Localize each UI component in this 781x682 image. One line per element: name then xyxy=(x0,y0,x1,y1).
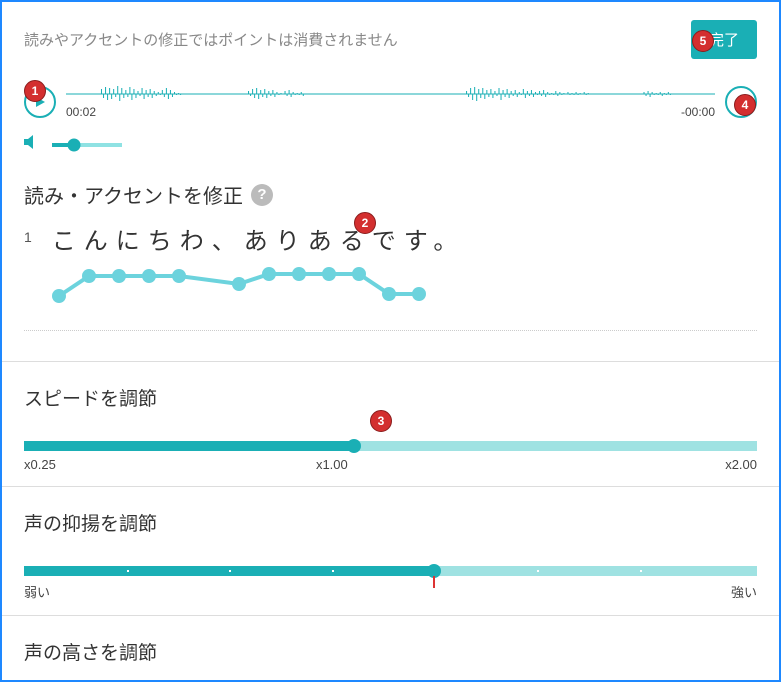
volume-icon xyxy=(24,135,40,154)
annotation-badge-4: 4 xyxy=(734,94,756,116)
annotation-badge-5: 5 xyxy=(692,30,714,52)
waveform xyxy=(66,83,715,105)
volume-control xyxy=(2,125,779,172)
intonation-min-label: 弱い xyxy=(24,582,50,601)
intonation-section: 声の抑揚を調節 弱い 強い xyxy=(2,487,779,601)
help-icon[interactable]: ? xyxy=(251,184,273,206)
accent-section-title: 読み・アクセントを修正 ? xyxy=(24,180,757,209)
annotation-badge-3: 3 xyxy=(370,410,392,432)
pitch-section: 声の高さを調節 xyxy=(2,616,779,665)
pitch-title: 声の高さを調節 xyxy=(24,638,757,665)
divider xyxy=(24,330,757,331)
waveform-container[interactable]: 00:02 -00:00 xyxy=(66,83,715,121)
speed-mid-label: x1.00 xyxy=(316,457,348,472)
accent-pitch-curve[interactable] xyxy=(44,264,444,304)
intonation-slider[interactable] xyxy=(24,566,757,576)
annotation-badge-2: 2 xyxy=(354,212,376,234)
reading-text[interactable]: こんにちわ、ありあるです。 xyxy=(52,221,757,256)
header-bar: 読みやアクセントの修正ではポイントは消費されません 完了 xyxy=(2,2,779,69)
intonation-max-label: 強い xyxy=(731,582,757,601)
current-time-label: 00:02 xyxy=(66,105,96,119)
speed-max-label: x2.00 xyxy=(725,457,757,472)
header-notice: 読みやアクセントの修正ではポイントは消費されません xyxy=(24,29,398,50)
center-mark xyxy=(433,576,435,588)
accent-section: 読み・アクセントを修正 ? 1 こんにちわ、ありあるです。 xyxy=(2,172,779,322)
remaining-time-label: -00:00 xyxy=(681,105,715,119)
accent-title-text: 読み・アクセントを修正 xyxy=(24,180,243,209)
speed-min-label: x0.25 xyxy=(24,457,56,472)
audio-player: 00:02 -00:00 xyxy=(2,69,779,125)
annotation-badge-1: 1 xyxy=(24,80,46,102)
volume-slider[interactable] xyxy=(52,143,122,147)
speed-title: スピードを調節 xyxy=(24,384,757,411)
line-number: 1 xyxy=(24,229,32,245)
intonation-title: 声の抑揚を調節 xyxy=(24,509,757,536)
speed-slider[interactable] xyxy=(24,441,757,451)
